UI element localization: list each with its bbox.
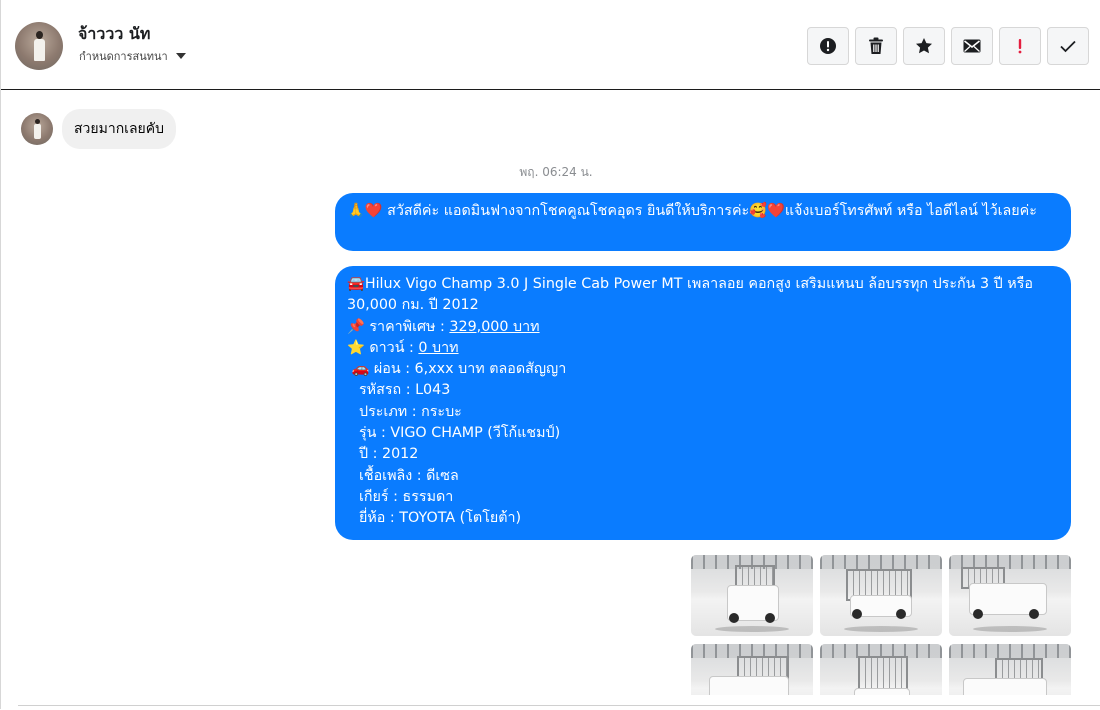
incoming-message-bubble[interactable]: สวยมากเลยคับ (62, 109, 176, 149)
contact-name[interactable]: จ้าววว นัท (78, 22, 150, 47)
truck-photo[interactable] (691, 555, 813, 636)
car-small-emoji-icon: 🚗 (351, 361, 370, 378)
star-icon (916, 38, 932, 54)
conversation-toolbar (807, 27, 1089, 65)
sender-avatar[interactable] (21, 113, 53, 145)
listing-year: ปี : 2012 (359, 446, 419, 463)
alert-icon-button[interactable] (807, 27, 849, 65)
star-emoji-icon: ⭐ (347, 339, 365, 356)
truck-photo[interactable] (949, 555, 1071, 636)
assign-conversation-dropdown[interactable]: กำหนดการสนทนา (79, 47, 186, 65)
outgoing-message-listing[interactable]: 🚘Hilux Vigo Champ 3.0 J Single Cab Power… (335, 266, 1071, 540)
star-button[interactable] (903, 27, 945, 65)
listing-title: 🚘Hilux Vigo Champ 3.0 J Single Cab Power… (347, 276, 1033, 314)
truck-photo[interactable] (949, 644, 1071, 695)
truck-photo[interactable] (820, 555, 942, 636)
done-button[interactable] (1047, 27, 1089, 65)
greeting-emoji: 🙏❤️ (347, 203, 383, 219)
mark-unread-button[interactable] (951, 27, 993, 65)
incoming-message-row: สวยมากเลยคับ (21, 109, 176, 149)
composer-divider (18, 705, 1100, 710)
greeting-emoji-2: 🥰❤️ (749, 203, 785, 219)
spam-button[interactable] (999, 27, 1041, 65)
assign-conversation-label: กำหนดการสนทนา (79, 50, 168, 63)
listing-code: รหัสรถ : L043 (359, 382, 451, 399)
trash-icon (869, 37, 883, 54)
car-emoji-icon: 🚘 (347, 276, 365, 292)
greeting-text: สวัสดีค่ะ แอดมินฟางจากโชคคูณโชคอุดร ยินด… (387, 203, 750, 219)
caret-down-icon (175, 53, 186, 59)
truck-photo[interactable] (691, 644, 813, 695)
listing-price: 📌 ราคาพิเศษ : 329,000 บาท (347, 318, 540, 335)
pin-emoji-icon: 📌 (347, 318, 365, 335)
listing-type: ประเภท : กระบะ (359, 403, 462, 420)
down-value: 0 บาท (418, 339, 459, 356)
outgoing-message-greeting[interactable]: 🙏❤️ สวัสดีค่ะ แอดมินฟางจากโชคคูณโชคอุดร … (335, 193, 1071, 251)
check-icon (1060, 40, 1076, 53)
truck-photo[interactable] (820, 644, 942, 695)
inbox-conversation-panel: จ้าววว นัท กำหนดการสนทนา สวยมากเลยคับ พฤ… (0, 0, 1100, 709)
greeting-text-2: แจ้งเบอร์โทรศัพท์ หรือ ไอดีไลน์ ไว้เลยค่… (784, 203, 1037, 219)
message-timestamp: พฤ. 06:24 น. (519, 165, 593, 179)
listing-installment: 🚗 ผ่อน : 6,xxx บาท ตลอดสัญญา (351, 361, 567, 378)
listing-fuel: เชื้อเพลิง : ดีเซล (359, 467, 459, 484)
exclamation-circle-icon (820, 38, 836, 54)
red-exclamation-icon (1018, 39, 1022, 54)
delete-button[interactable] (855, 27, 897, 65)
listing-brand: ยี่ห้อ : TOYOTA (โตโยต้า) (359, 510, 522, 527)
conversation-header: จ้าววว นัท กำหนดการสนทนา (1, 0, 1100, 90)
listing-gear: เกียร์ : ธรรมดา (359, 488, 454, 505)
listing-model: รุ่น : VIGO CHAMP (วีโก้แชมป์) (359, 425, 561, 442)
listing-down: ⭐ ดาวน์ : 0 บาท (347, 339, 459, 356)
contact-avatar[interactable] (15, 22, 63, 70)
envelope-icon (963, 39, 981, 53)
price-value: 329,000 บาท (449, 318, 540, 335)
photo-attachment-grid (691, 555, 1072, 695)
